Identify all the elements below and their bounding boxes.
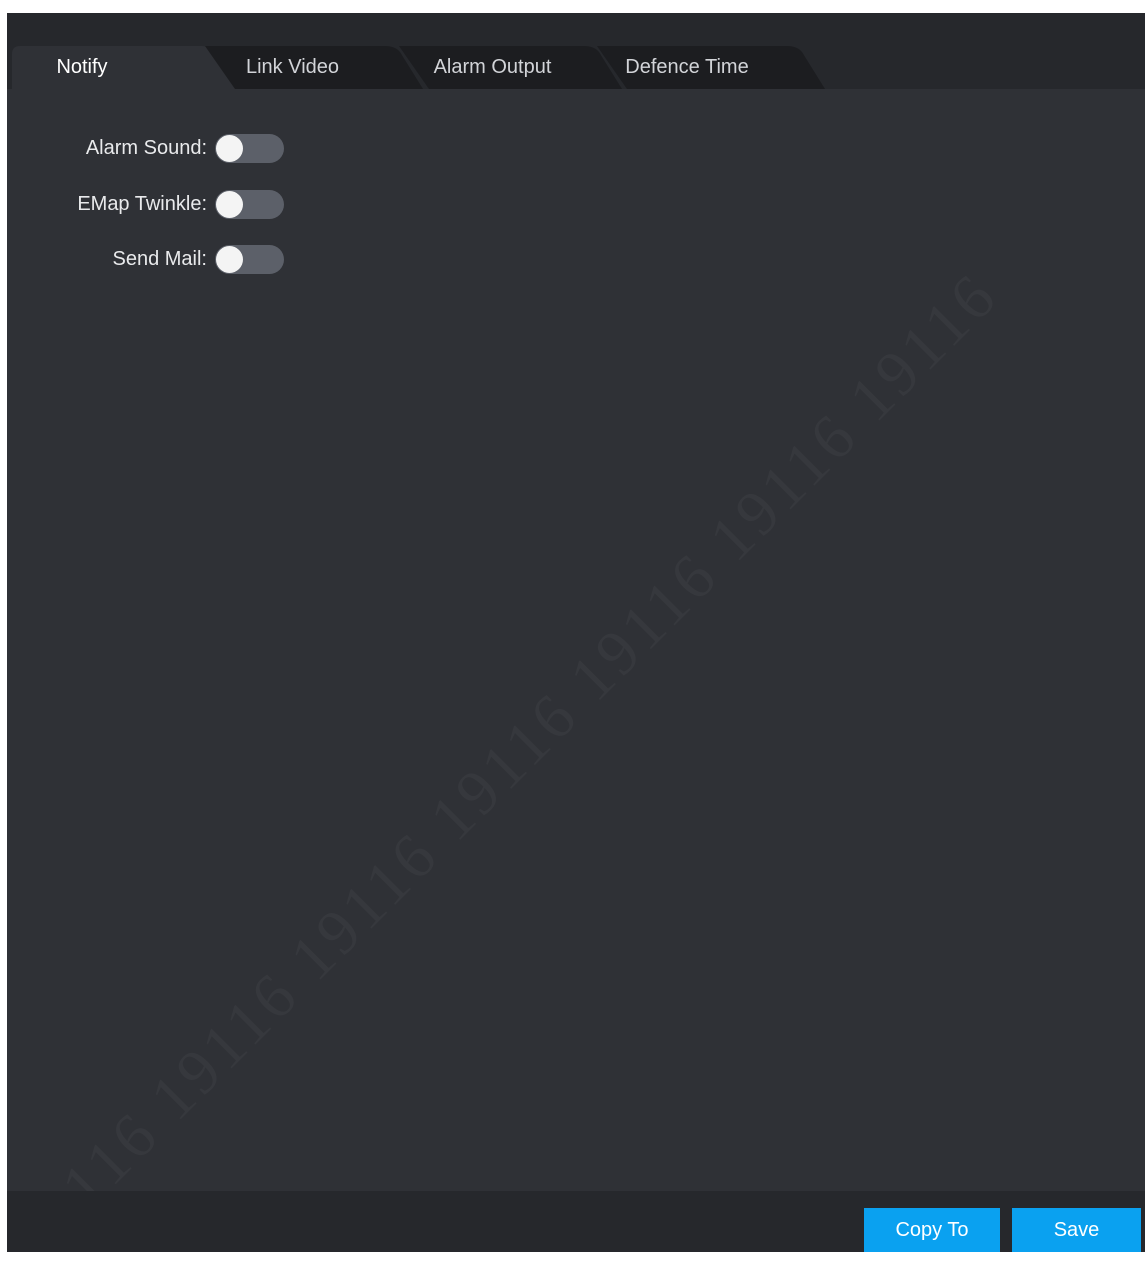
alarm-linkage-panel: 19116 19116 19116 19116 19116 19116 1911…: [7, 13, 1145, 1252]
alarm-sound-toggle[interactable]: [215, 134, 284, 163]
tab-link-video[interactable]: Link Video: [205, 44, 425, 89]
tab-label: Defence Time: [625, 56, 749, 78]
footer-bar: Copy To Save: [7, 1191, 1145, 1252]
setting-send-mail: Send Mail:: [7, 245, 285, 275]
tab-label: Link Video: [245, 56, 340, 78]
tab-defence-time[interactable]: Defence Time: [597, 44, 827, 89]
tab-bar: Notify Link Video Alarm Output Defence T…: [7, 44, 1145, 89]
toggle-knob: [216, 246, 243, 273]
tab-label: Notify: [56, 56, 108, 78]
setting-label: EMap Twinkle:: [77, 193, 207, 215]
setting-emap-twinkle: EMap Twinkle:: [7, 190, 285, 220]
save-button[interactable]: Save: [1012, 1208, 1141, 1252]
watermark-text: 19116 19116 19116 19116 19116 19116 1911…: [7, 259, 1011, 1252]
setting-label: Alarm Sound:: [85, 137, 207, 159]
toggle-knob: [216, 191, 243, 218]
setting-alarm-sound: Alarm Sound:: [7, 134, 285, 164]
tab-label: Alarm Output: [433, 56, 552, 78]
copy-to-button[interactable]: Copy To: [864, 1208, 1000, 1252]
emap-twinkle-toggle[interactable]: [215, 190, 284, 219]
send-mail-toggle[interactable]: [215, 245, 284, 274]
tab-alarm-output[interactable]: Alarm Output: [399, 44, 624, 89]
toggle-knob: [216, 135, 243, 162]
setting-label: Send Mail:: [112, 248, 208, 270]
